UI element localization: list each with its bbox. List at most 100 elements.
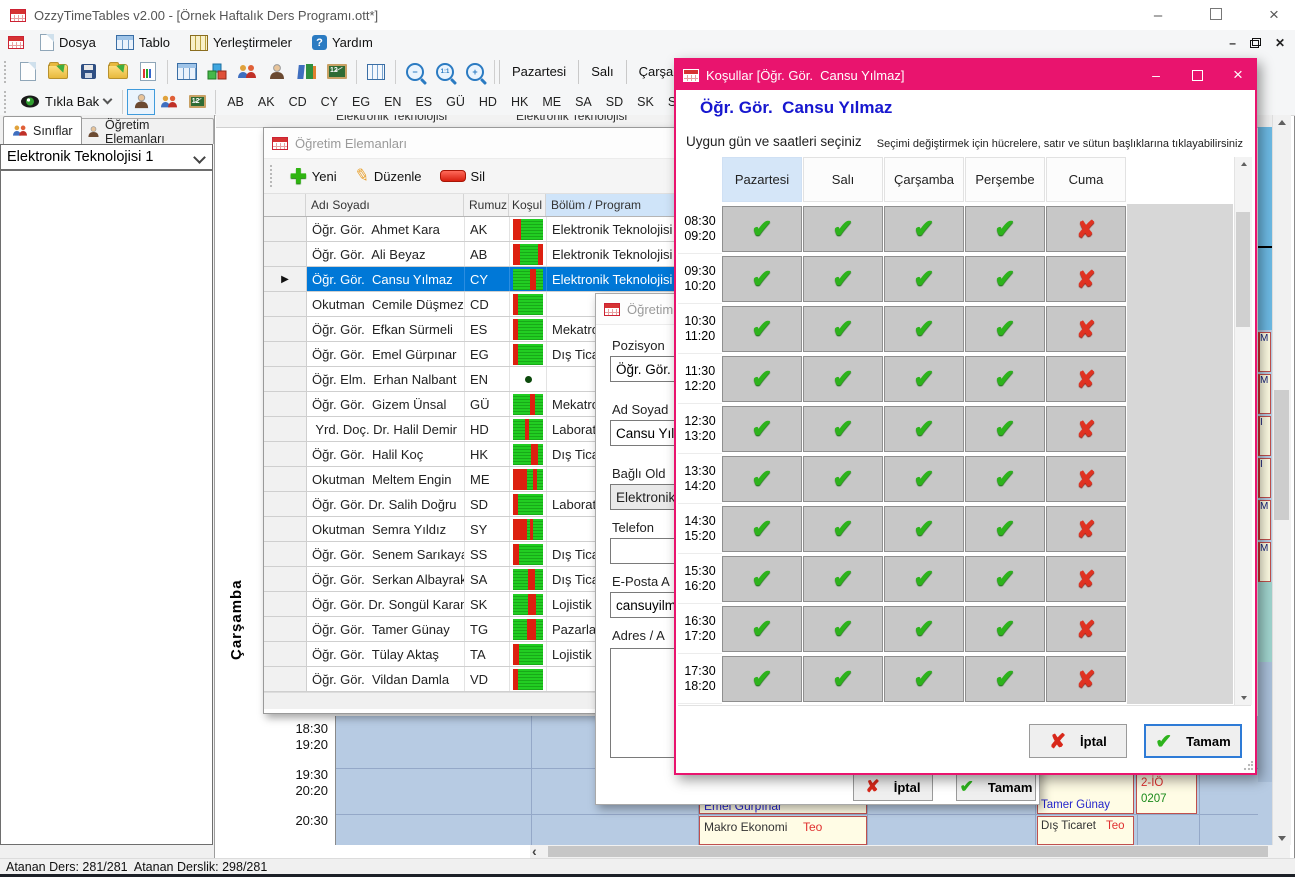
import-button[interactable] xyxy=(103,58,133,86)
teacher-initial-tab[interactable]: AK xyxy=(251,91,282,113)
available-cell[interactable]: ✔ xyxy=(965,306,1045,352)
available-cell[interactable]: ✔ xyxy=(965,256,1045,302)
mdi-close-button[interactable]: ✕ xyxy=(1275,36,1285,50)
header-condition[interactable]: Koşul xyxy=(509,194,546,216)
time-slot-header[interactable]: 10:30 11:20 xyxy=(678,304,722,354)
available-cell[interactable]: ✔ xyxy=(884,406,964,452)
tikla-bak-button[interactable]: Tıkla Bak xyxy=(13,90,118,113)
tab-ogretim-elemanlari[interactable]: Öğretim Elemanları xyxy=(78,118,214,144)
classroom-button[interactable]: 12 xyxy=(322,58,352,86)
available-cell[interactable]: ✔ xyxy=(803,456,883,502)
available-cell[interactable]: ✔ xyxy=(884,456,964,502)
vertical-scrollbar[interactable] xyxy=(1272,115,1291,845)
available-cell[interactable]: ✔ xyxy=(965,206,1045,252)
horizontal-scroll-thumb[interactable] xyxy=(548,846,1268,857)
kosullar-titlebar[interactable]: Koşullar [Öğr. Gör. Cansu Yılmaz] – × xyxy=(676,60,1255,90)
teacher-initial-tab[interactable]: HD xyxy=(472,91,504,113)
tab-siniflar[interactable]: Sınıflar xyxy=(3,116,82,144)
resize-grip[interactable] xyxy=(1243,761,1253,771)
teacher-initial-tab[interactable]: EN xyxy=(377,91,408,113)
unavailable-cell[interactable]: ✘ xyxy=(1046,306,1126,352)
class-select[interactable]: Elektronik Teknolojisi 1 xyxy=(0,144,213,170)
available-cell[interactable]: ✔ xyxy=(884,506,964,552)
new-teacher-button[interactable]: ✚ Yeni xyxy=(283,162,344,190)
classes-button[interactable] xyxy=(232,58,262,86)
available-cell[interactable]: ✔ xyxy=(722,656,802,702)
unavailable-cell[interactable]: ✘ xyxy=(1046,206,1126,252)
unavailable-cell[interactable]: ✘ xyxy=(1046,556,1126,602)
course-cell[interactable]: Dış Ticaret Teo xyxy=(1037,816,1134,845)
zoom-in-button[interactable]: + xyxy=(460,58,490,86)
time-slot-header[interactable]: 08:30 09:20 xyxy=(678,204,722,254)
blocks-button[interactable] xyxy=(202,58,232,86)
delete-teacher-button[interactable]: Sil xyxy=(433,162,492,190)
available-cell[interactable]: ✔ xyxy=(803,656,883,702)
time-slot-header[interactable]: 09:30 10:20 xyxy=(678,254,722,304)
available-cell[interactable]: ✔ xyxy=(884,556,964,602)
teacher-initial-tab[interactable]: AB xyxy=(220,91,251,113)
teacher-initial-tab[interactable]: HK xyxy=(504,91,535,113)
available-cell[interactable]: ✔ xyxy=(803,306,883,352)
dialog-scrollbar[interactable] xyxy=(1234,157,1252,705)
horizontal-scrollbar[interactable]: ‹ xyxy=(530,845,1272,858)
available-cell[interactable]: ✔ xyxy=(803,256,883,302)
available-cell[interactable]: ✔ xyxy=(803,206,883,252)
available-cell[interactable]: ✔ xyxy=(722,456,802,502)
header-code[interactable]: Rumuz xyxy=(464,194,509,216)
available-cell[interactable]: ✔ xyxy=(965,556,1045,602)
available-cell[interactable]: ✔ xyxy=(965,356,1045,402)
teacher-initial-tab[interactable]: CY xyxy=(314,91,345,113)
unavailable-cell[interactable]: ✘ xyxy=(1046,456,1126,502)
menu-tablo[interactable]: Tablo xyxy=(106,30,180,55)
available-cell[interactable]: ✔ xyxy=(884,206,964,252)
teacher-initial-tab[interactable]: EG xyxy=(345,91,377,113)
available-cell[interactable]: ✔ xyxy=(965,506,1045,552)
dialog-minimize-button[interactable]: – xyxy=(1139,60,1173,90)
scroll-down-arrow[interactable] xyxy=(1273,831,1291,845)
time-slot-header[interactable]: 17:30 18:20 xyxy=(678,654,722,704)
dialog-close-button[interactable]: × xyxy=(1221,60,1255,90)
class-preview-list[interactable] xyxy=(0,170,213,845)
day-column-header[interactable]: Cuma xyxy=(1046,157,1126,202)
filter-classrooms-button[interactable]: 12 xyxy=(183,89,211,115)
unavailable-cell[interactable]: ✘ xyxy=(1046,406,1126,452)
day-column-header[interactable]: Salı xyxy=(803,157,883,202)
mdi-restore-button[interactable] xyxy=(1250,38,1261,48)
time-slot-header[interactable]: 15:30 16:20 xyxy=(678,554,722,604)
books-button[interactable] xyxy=(292,58,322,86)
menu-dosya[interactable]: Dosya xyxy=(30,30,106,55)
unavailable-cell[interactable]: ✘ xyxy=(1046,606,1126,652)
scroll-left-arrow[interactable]: ‹ xyxy=(532,843,537,859)
time-slot-header[interactable]: 13:30 14:20 xyxy=(678,454,722,504)
unavailable-cell[interactable]: ✘ xyxy=(1046,656,1126,702)
available-cell[interactable]: ✔ xyxy=(722,356,802,402)
unavailable-cell[interactable]: ✘ xyxy=(1046,256,1126,302)
teacher-initial-tab[interactable]: ES xyxy=(408,91,439,113)
available-cell[interactable]: ✔ xyxy=(803,506,883,552)
unavailable-cell[interactable]: ✘ xyxy=(1046,506,1126,552)
menu-yardim[interactable]: ? Yardım xyxy=(302,30,383,55)
vertical-scroll-thumb[interactable] xyxy=(1274,390,1289,520)
available-cell[interactable]: ✔ xyxy=(884,606,964,652)
time-slot-header[interactable]: 12:30 13:20 xyxy=(678,404,722,454)
available-cell[interactable]: ✔ xyxy=(803,356,883,402)
available-cell[interactable]: ✔ xyxy=(722,206,802,252)
available-cell[interactable]: ✔ xyxy=(803,606,883,652)
day-column-header[interactable]: Perşembe xyxy=(965,157,1045,202)
available-cell[interactable]: ✔ xyxy=(965,606,1045,652)
save-button[interactable] xyxy=(73,58,103,86)
scroll-down-arrow[interactable] xyxy=(1235,691,1252,705)
scroll-up-arrow[interactable] xyxy=(1235,157,1252,171)
close-button[interactable]: × xyxy=(1259,5,1289,25)
time-slot-header[interactable]: 16:30 17:20 xyxy=(678,604,722,654)
filter-teachers-button[interactable] xyxy=(127,89,155,115)
available-cell[interactable]: ✔ xyxy=(722,406,802,452)
available-cell[interactable]: ✔ xyxy=(884,656,964,702)
edit-teacher-button[interactable]: ✎ Düzenle xyxy=(348,162,429,190)
available-cell[interactable]: ✔ xyxy=(722,256,802,302)
new-file-button[interactable] xyxy=(13,58,43,86)
time-slot-header[interactable]: 14:30 15:20 xyxy=(678,504,722,554)
available-cell[interactable]: ✔ xyxy=(965,456,1045,502)
available-cell[interactable]: ✔ xyxy=(722,506,802,552)
kosullar-cancel-button[interactable]: ✘ İptal xyxy=(1029,724,1127,758)
